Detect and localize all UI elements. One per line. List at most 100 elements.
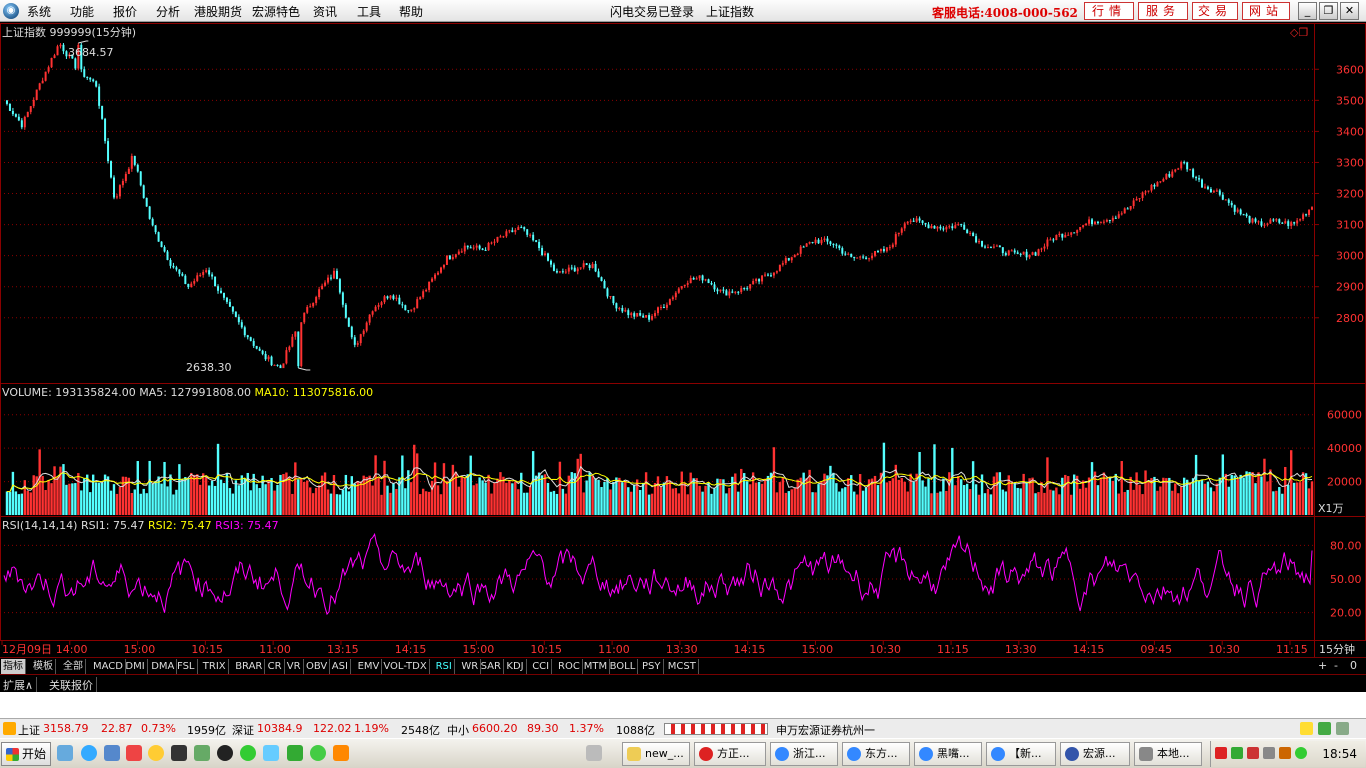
menu-function[interactable]: 功能 bbox=[70, 3, 94, 20]
tab-dmi[interactable]: DMI bbox=[123, 659, 148, 674]
tray-volume-icon[interactable] bbox=[1263, 747, 1275, 759]
start-button[interactable]: 开始 bbox=[1, 742, 51, 766]
quicklaunch-game-icon[interactable] bbox=[333, 745, 349, 761]
trade-button[interactable]: 交易 bbox=[1192, 2, 1238, 20]
quicklaunch-folder-icon[interactable] bbox=[263, 745, 279, 761]
tab-模板[interactable]: 模板 bbox=[31, 659, 56, 674]
rsi-header: RSI(14,14,14) RSI1: 75.47 RSI2: 75.47 RS… bbox=[2, 519, 279, 532]
task-hongyuan[interactable]: 宏源... bbox=[1060, 742, 1130, 766]
status-menu-icon[interactable] bbox=[3, 722, 16, 735]
tray-network-icon[interactable] bbox=[1215, 747, 1227, 759]
tray-update-icon[interactable] bbox=[1279, 747, 1291, 759]
volume-bar bbox=[433, 462, 437, 515]
price-candle-body bbox=[787, 258, 790, 261]
related-quote-tab[interactable]: 关联报价 bbox=[46, 677, 97, 693]
sh-pct: 0.73% bbox=[141, 722, 176, 735]
quicklaunch-media-icon[interactable] bbox=[171, 745, 187, 761]
restore-icon[interactable]: ❐ bbox=[1319, 2, 1338, 20]
chart-area[interactable]: 3600 3500 3400 3300 3200 3100 3000 2900 2800 6000… bbox=[0, 23, 1366, 657]
tab-asi[interactable]: ASI bbox=[330, 659, 351, 674]
price-candle-body bbox=[645, 315, 648, 318]
tab-fsl[interactable]: FSL bbox=[175, 659, 198, 674]
volume-bar bbox=[228, 488, 232, 515]
task-news[interactable]: 【新... bbox=[986, 742, 1056, 766]
quicklaunch-search-icon[interactable] bbox=[104, 745, 120, 761]
menu-hongyuan[interactable]: 宏源特色 bbox=[252, 3, 300, 20]
price-candle-body bbox=[371, 311, 374, 315]
volume-bar bbox=[154, 481, 157, 515]
price-candle-body bbox=[353, 337, 356, 345]
price-candle-body bbox=[395, 297, 398, 299]
tab-全部[interactable]: 全部 bbox=[61, 659, 86, 674]
price-candle-body bbox=[1085, 223, 1088, 226]
task-east[interactable]: 东方... bbox=[842, 742, 910, 766]
menu-tools[interactable]: 工具 bbox=[357, 3, 381, 20]
task-heizui[interactable]: 黑嘴... bbox=[914, 742, 982, 766]
website-button[interactable]: 网站 bbox=[1242, 2, 1290, 20]
quicklaunch-tool-icon[interactable] bbox=[287, 745, 303, 761]
tab-brar[interactable]: BRAR bbox=[233, 659, 266, 674]
tab-mtm[interactable]: MTM bbox=[582, 659, 611, 674]
price-candle-body bbox=[995, 245, 998, 247]
tab-emv[interactable]: EMV bbox=[356, 659, 383, 674]
notice-icon[interactable] bbox=[1300, 722, 1313, 735]
task-founder[interactable]: 方正... bbox=[694, 742, 766, 766]
volume-bar bbox=[1251, 471, 1254, 515]
quicklaunch-smiley-icon[interactable] bbox=[148, 745, 164, 761]
quote-button[interactable]: 行情 bbox=[1084, 2, 1134, 20]
menu-quote[interactable]: 报价 bbox=[113, 3, 137, 20]
tab-macd[interactable]: MACD bbox=[91, 659, 126, 674]
price-candle-body bbox=[746, 288, 749, 290]
task-new[interactable]: new_... bbox=[622, 742, 690, 766]
tab-vr[interactable]: VR bbox=[285, 659, 304, 674]
tab-boll[interactable]: BOLL bbox=[608, 659, 639, 674]
menu-system[interactable]: 系统 bbox=[27, 3, 51, 20]
expand-tab[interactable]: 扩展∧ bbox=[0, 677, 38, 693]
service-button[interactable]: 服务 bbox=[1138, 2, 1188, 20]
task-zhejiang[interactable]: 浙江... bbox=[770, 742, 838, 766]
price-candle-body bbox=[683, 284, 686, 287]
tray-app-icon[interactable] bbox=[1231, 747, 1243, 759]
keyboard-icon[interactable] bbox=[586, 745, 602, 761]
period-label[interactable]: 15分钟 bbox=[1319, 642, 1355, 656]
tab-psy[interactable]: PSY bbox=[640, 659, 664, 674]
tray-360-icon[interactable] bbox=[1295, 747, 1307, 759]
quicklaunch-browser-icon[interactable] bbox=[81, 745, 97, 761]
tab-cci[interactable]: CCI bbox=[530, 659, 553, 674]
tab-dma[interactable]: DMA bbox=[149, 659, 178, 674]
zoom-out-button[interactable]: - bbox=[1334, 659, 1338, 672]
quicklaunch-qq-icon[interactable] bbox=[217, 745, 233, 761]
zoom-in-button[interactable]: + bbox=[1318, 659, 1327, 672]
quicklaunch-doc-icon[interactable] bbox=[194, 745, 210, 761]
menu-analysis[interactable]: 分析 bbox=[156, 3, 180, 20]
price-candle-body bbox=[865, 257, 868, 260]
menu-news[interactable]: 资讯 bbox=[313, 3, 337, 20]
tab-obv[interactable]: OBV bbox=[304, 659, 331, 674]
task-local[interactable]: 本地... bbox=[1134, 742, 1202, 766]
chart-canvas[interactable]: 3600 3500 3400 3300 3200 3100 3000 2900 2800 6000… bbox=[0, 23, 1366, 657]
quicklaunch-360-icon[interactable] bbox=[240, 745, 256, 761]
tab-roc[interactable]: ROC bbox=[556, 659, 583, 674]
volume-bar bbox=[71, 483, 74, 515]
price-candle-body bbox=[728, 291, 731, 296]
chart-options-icon[interactable]: ◇❐ bbox=[1290, 26, 1308, 39]
tab-mcst[interactable]: MCST bbox=[666, 659, 699, 674]
menu-hk-futures[interactable]: 港股期货 bbox=[194, 3, 242, 20]
quicklaunch-chrome-icon[interactable] bbox=[310, 745, 326, 761]
app-logo-icon[interactable]: ◉ bbox=[3, 3, 19, 19]
menu-help[interactable]: 帮助 bbox=[399, 3, 423, 20]
minimize-icon[interactable]: _ bbox=[1298, 2, 1317, 20]
tab-kdj[interactable]: KDJ bbox=[504, 659, 527, 674]
tab-trix[interactable]: TRIX bbox=[201, 659, 229, 674]
tab-rsi[interactable]: RSI bbox=[434, 659, 455, 674]
tab-指标[interactable]: 指标 bbox=[1, 659, 26, 674]
close-icon[interactable]: ✕ bbox=[1340, 2, 1359, 20]
volume-bar bbox=[1307, 488, 1311, 515]
tab-vol-tdx[interactable]: VOL-TDX bbox=[381, 659, 430, 674]
tray-security-icon[interactable] bbox=[1247, 747, 1259, 759]
quicklaunch-app-icon[interactable] bbox=[126, 745, 142, 761]
tab-cr[interactable]: CR bbox=[266, 659, 285, 674]
zoom-reset-button[interactable]: 0 bbox=[1350, 659, 1357, 672]
tab-sar[interactable]: SAR bbox=[479, 659, 504, 674]
quicklaunch-ie-icon[interactable] bbox=[57, 745, 73, 761]
